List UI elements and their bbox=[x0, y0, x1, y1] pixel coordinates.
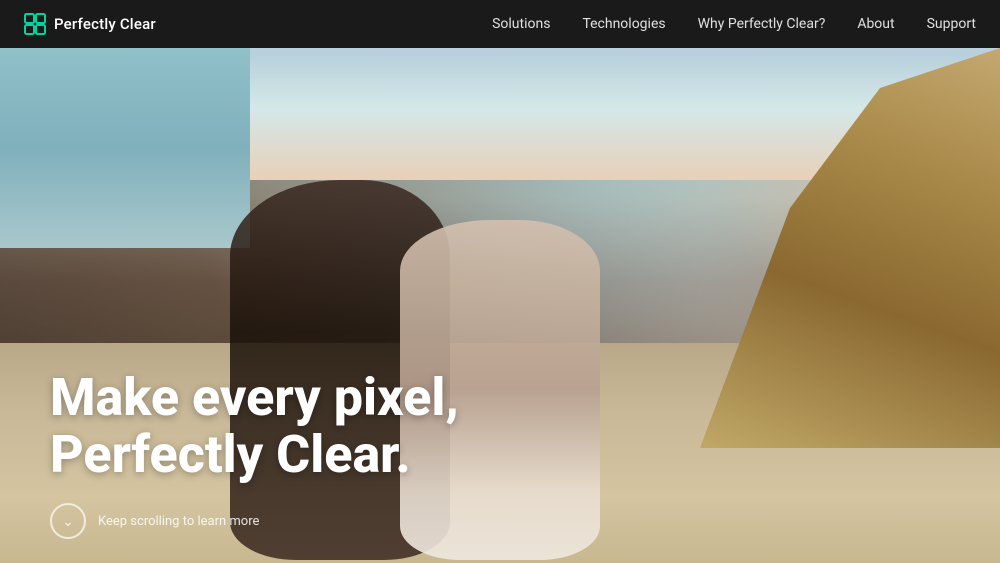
nav-links: Solutions Technologies Why Perfectly Cle… bbox=[492, 16, 976, 32]
nav-solutions[interactable]: Solutions bbox=[492, 16, 550, 32]
nav-technologies[interactable]: Technologies bbox=[582, 16, 665, 32]
people-area bbox=[0, 100, 1000, 563]
scroll-indicator[interactable]: ⌄ Keep scrolling to learn more bbox=[50, 503, 259, 539]
brand-logo-link[interactable]: Perfectly Clear bbox=[24, 13, 156, 35]
scroll-label: Keep scrolling to learn more bbox=[98, 514, 259, 529]
navbar: Perfectly Clear Solutions Technologies W… bbox=[0, 0, 1000, 48]
nav-support[interactable]: Support bbox=[927, 16, 976, 32]
nav-about[interactable]: About bbox=[857, 16, 894, 32]
hero-content: Make every pixel, Perfectly Clear. bbox=[50, 369, 459, 483]
hero-headline-line1: Make every pixel, bbox=[50, 367, 459, 428]
scroll-circle: ⌄ bbox=[50, 503, 86, 539]
page-wrapper: Perfectly Clear Solutions Technologies W… bbox=[0, 0, 1000, 563]
hero-headline-line2: Perfectly Clear. bbox=[50, 424, 411, 485]
hero-headline: Make every pixel, Perfectly Clear. bbox=[50, 369, 459, 483]
nav-why[interactable]: Why Perfectly Clear? bbox=[698, 16, 826, 32]
brand-icon bbox=[24, 13, 46, 35]
chevron-down-icon: ⌄ bbox=[62, 514, 74, 530]
brand-name: Perfectly Clear bbox=[54, 15, 156, 33]
